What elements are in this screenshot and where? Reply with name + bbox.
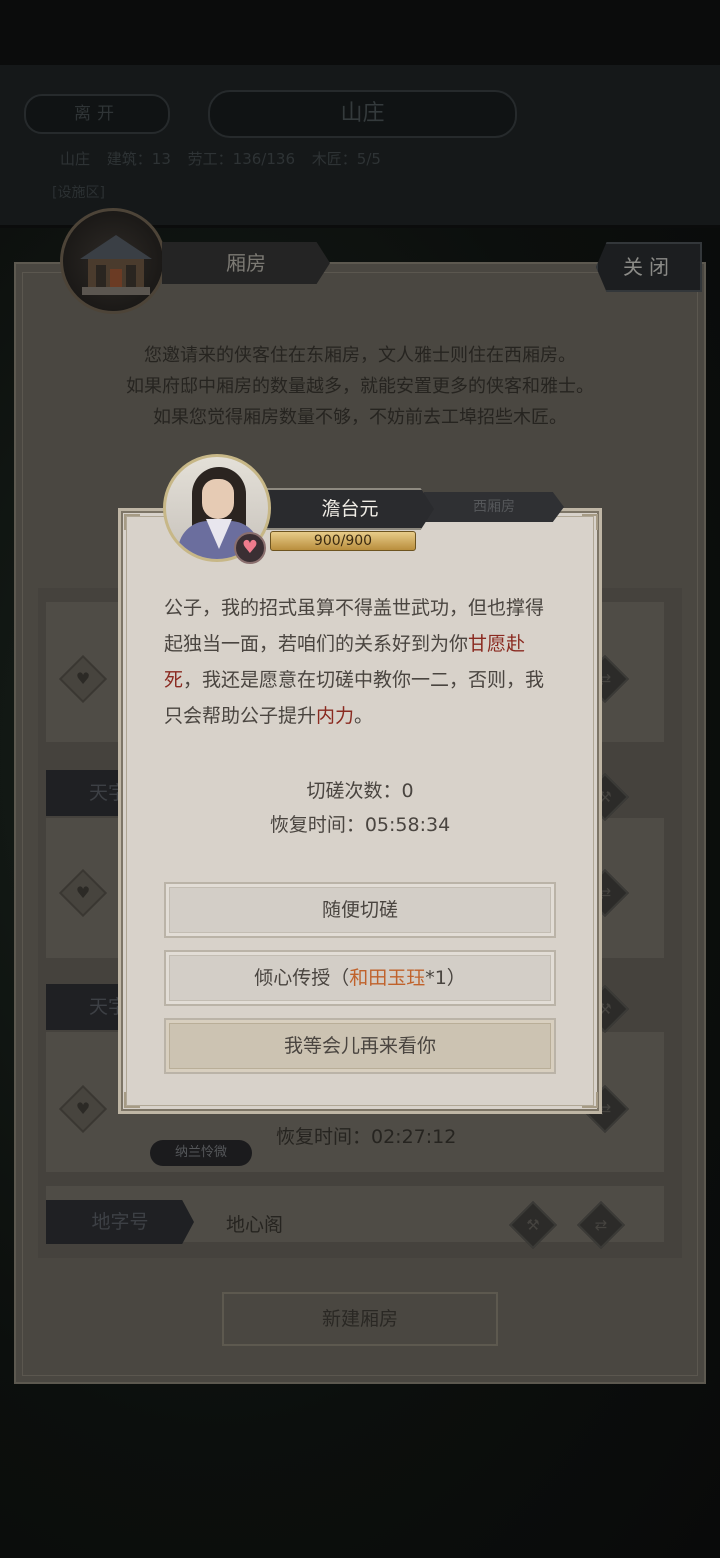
row-tab: 地字号: [46, 1200, 194, 1244]
leave-button[interactable]: 离开: [24, 94, 170, 134]
recover-time: 恢复时间：05:58:34: [269, 814, 451, 836]
corner-ornament: [124, 514, 140, 530]
stat-buildings: 建筑：13: [106, 150, 171, 168]
corner-ornament: [582, 514, 598, 530]
top-bar: [0, 65, 720, 225]
description-line: 如果您觉得厢房数量不够，不妨前去工埠招些木匠。: [153, 407, 567, 428]
teach-label: 倾心传授（: [254, 967, 350, 989]
estate-stats: 山庄 建筑：13 劳工：136/136 木匠：5/5: [60, 148, 393, 169]
room-name: 地心阁: [226, 1214, 284, 1236]
heart-icon: ♥: [234, 532, 266, 564]
teach-suffix: *1）: [425, 967, 466, 989]
resident-recover-time: 恢复时间：02:27:12: [276, 1126, 457, 1148]
close-button[interactable]: 关闭: [596, 242, 702, 292]
spar-count: 切磋次数：0: [306, 780, 414, 802]
page-title: 山庄: [208, 90, 517, 138]
facility-subtab[interactable]: [设施区]: [52, 182, 105, 202]
stat-workers: 劳工：136/136: [187, 150, 295, 168]
room-description: 您邀请来的侠客住在东厢房，文人雅士则住在西厢房。 如果府邸中厢房的数量越多，就能…: [40, 340, 680, 433]
item-cost: 和田玉珏: [349, 967, 426, 989]
speech-text: 。: [354, 705, 374, 727]
resident-name-tag: 纳兰怜微: [150, 1140, 252, 1166]
wing-room-building-icon: [60, 208, 166, 314]
new-room-button[interactable]: 新建厢房: [222, 1292, 498, 1346]
casual-spar-button[interactable]: 随便切磋: [164, 882, 556, 938]
come-back-later-button[interactable]: 我等会儿再来看你: [164, 1018, 556, 1074]
stats-label: 山庄: [60, 150, 91, 168]
character-speech: 公子，我的招式虽算不得盖世武功，但也撑得起独当一面，若咱们的关系好到为你甘愿赴死…: [164, 590, 556, 734]
speech-highlight: 内力: [316, 705, 355, 727]
description-line: 您邀请来的侠客住在东厢房，文人雅士则住在西厢房。: [144, 345, 576, 366]
stat-carpenters: 木匠：5/5: [311, 150, 381, 168]
room-title: 厢房: [162, 242, 330, 284]
devoted-teach-button[interactable]: 倾心传授（和田玉珏*1）: [164, 950, 556, 1006]
description-line: 如果府邸中厢房的数量越多，就能安置更多的侠客和雅士。: [126, 376, 594, 397]
west-wing-tab: 西厢房: [424, 492, 564, 522]
hp-bar: 900/900: [270, 531, 416, 551]
corner-ornament: [124, 1092, 140, 1108]
corner-ornament: [582, 1092, 598, 1108]
character-name: 澹台元: [266, 488, 434, 530]
